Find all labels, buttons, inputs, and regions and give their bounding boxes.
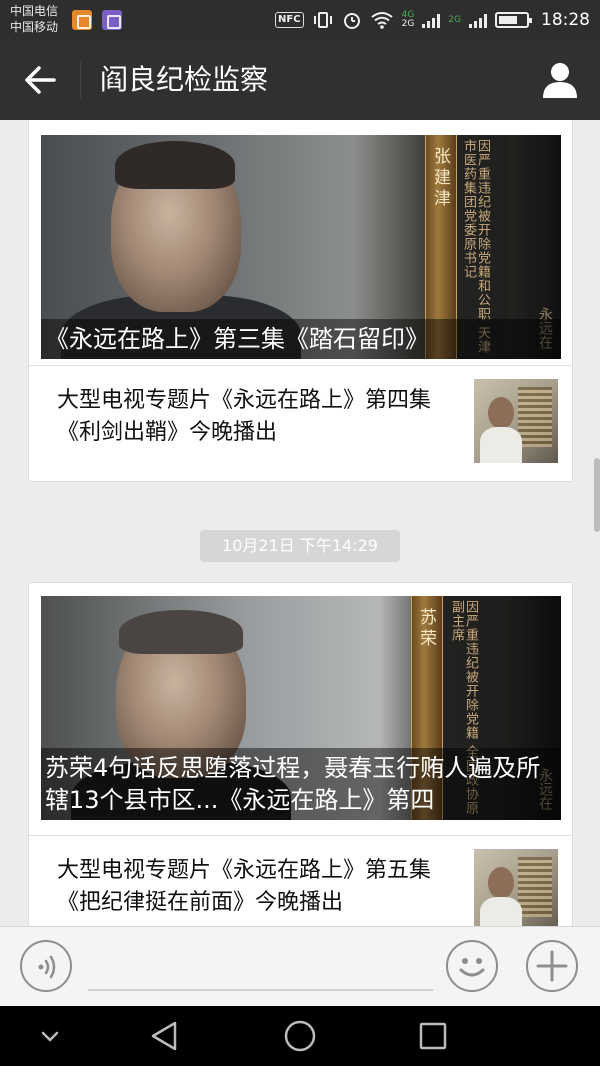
chat-header: 阎良纪检监察: [0, 40, 600, 120]
carrier-2: 中国移动: [10, 20, 59, 34]
system-navigation-bar: [0, 1006, 600, 1066]
cover-title: 《永远在路上》第三集《踏石留印》: [41, 319, 561, 359]
status-bar: 中国电信 中国移动 NFC 4G 2G 2G 18:28: [0, 0, 600, 40]
back-button[interactable]: [18, 60, 62, 100]
person-hair: [119, 610, 243, 654]
card-divider: [29, 835, 572, 836]
system-recent-icon: [419, 1022, 447, 1050]
battery-icon: [495, 12, 532, 28]
carrier-1: 中国电信: [10, 4, 59, 18]
gallery-notification-icon: [102, 10, 122, 30]
system-recent-button[interactable]: [413, 1016, 453, 1056]
message-feed[interactable]: 张建津 因严重违纪被开除党籍和公职 天津市医药集团党委原书记 永远在 《永远在路…: [0, 120, 600, 926]
article-card: 苏荣 因严重违纪被开除党籍 全国政协原副主席 永远在 苏荣4句话反思堕落过程，聂…: [28, 582, 573, 926]
cover-article[interactable]: 苏荣 因严重违纪被开除党籍 全国政协原副主席 永远在 苏荣4句话反思堕落过程，聂…: [41, 596, 561, 820]
system-back-button[interactable]: [145, 1016, 185, 1056]
cover-article[interactable]: 张建津 因严重违纪被开除党籍和公职 天津市医药集团党委原书记 永远在 《永远在路…: [41, 135, 561, 359]
person-hair: [115, 141, 235, 189]
sub-article-thumbnail[interactable]: [474, 849, 558, 926]
voice-icon: [38, 955, 56, 979]
network-type-1: 4G 2G: [401, 10, 415, 29]
name-plate-text: 张建津: [430, 147, 450, 210]
hide-keyboard-icon: [41, 1031, 59, 1042]
signal-1-icon: [422, 12, 441, 28]
alarm-icon: [343, 13, 360, 29]
sub-article-title[interactable]: 大型电视专题片《永远在路上》第四集《利剑出鞘》今晚播出: [57, 385, 447, 449]
system-back-icon: [151, 1021, 177, 1051]
message-input[interactable]: [88, 989, 433, 991]
more-button[interactable]: [526, 940, 578, 992]
carrier-info: 中国电信 中国移动: [10, 3, 58, 35]
system-home-icon: [284, 1020, 316, 1052]
wifi-icon: [370, 12, 393, 29]
hide-keyboard-button[interactable]: [30, 1016, 70, 1056]
network-type-2: 2G: [448, 14, 461, 25]
vibrate-icon: [313, 12, 332, 28]
message-timestamp: 10月21日 下午14:29: [200, 530, 400, 562]
emoji-button[interactable]: [446, 940, 498, 992]
article-card: 张建津 因严重违纪被开除党籍和公职 天津市医药集团党委原书记 永远在 《永远在路…: [28, 120, 573, 482]
input-bar: [0, 926, 600, 1006]
profile-button[interactable]: [538, 58, 582, 102]
back-arrow-icon: [25, 66, 56, 94]
header-divider: [80, 62, 81, 98]
name-plate-text: 苏荣: [416, 608, 436, 650]
system-home-button[interactable]: [280, 1016, 320, 1056]
page-title: 阎良纪检监察: [100, 63, 269, 96]
emoji-icon: [459, 958, 485, 977]
card-divider: [29, 365, 572, 366]
status-icons: NFC 4G 2G 2G 18:28: [275, 0, 590, 40]
clock: 18:28: [541, 10, 590, 30]
sub-article-title[interactable]: 大型电视专题片《永远在路上》第五集《把纪律挺在前面》今晚播出: [57, 855, 447, 919]
notification-app-icon: [72, 10, 92, 30]
signal-2-icon: [469, 12, 487, 28]
profile-icon: [543, 63, 577, 98]
scrollbar[interactable]: [594, 458, 600, 532]
voice-button[interactable]: [20, 940, 72, 992]
sub-article-thumbnail[interactable]: [474, 379, 558, 463]
plus-icon: [536, 950, 568, 982]
nfc-icon: NFC: [275, 12, 304, 28]
cover-title: 苏荣4句话反思堕落过程，聂春玉行贿人遍及所辖13个县市区...《永远在路上》第四: [41, 748, 561, 820]
